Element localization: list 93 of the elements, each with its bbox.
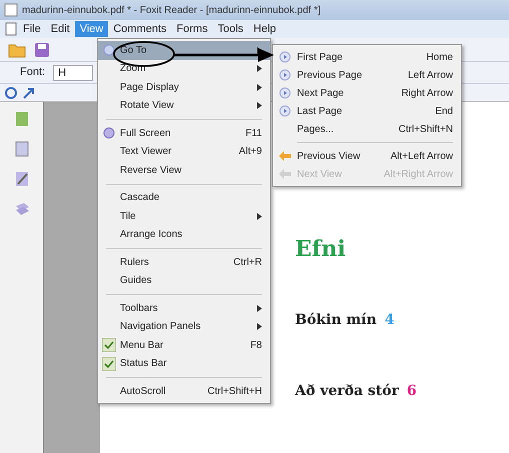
full-screen-icon (103, 127, 115, 140)
menu-label: Tile (120, 210, 136, 224)
menu-item[interactable]: Comments (108, 21, 172, 37)
page-nav-icon (279, 87, 291, 99)
shortcut-text: Ctrl+Shift+H (208, 384, 262, 399)
toc-entry: Að verða stór (295, 382, 399, 401)
menu-option[interactable]: Previous View Alt+Left Arrow (273, 147, 461, 165)
menu-option[interactable]: Arrange Icons (98, 226, 270, 244)
page-nav-icon (279, 51, 291, 63)
menu-option[interactable]: Status Bar (98, 354, 270, 373)
shortcut-text: F8 (250, 338, 262, 353)
font-label: Font: (20, 65, 46, 80)
menu-option[interactable]: Next Page Right Arrow (273, 84, 461, 102)
menu-option[interactable]: First Page Home (273, 48, 461, 66)
shortcut-text: F11 (246, 126, 262, 141)
menu-label: Previous Page (297, 68, 364, 82)
menu-label: Toolbars (120, 302, 158, 316)
save-icon[interactable] (34, 42, 50, 58)
menu-label: Cascade (120, 191, 160, 206)
menu-label: AutoScroll (120, 384, 166, 399)
menu-label: Page Display (120, 80, 179, 95)
menu-item[interactable]: File (18, 21, 46, 37)
menu-label: Rotate View (120, 99, 174, 114)
page-nav-icon (279, 69, 291, 81)
menu-option[interactable]: Last Page End (273, 102, 461, 120)
menu-label: First Page (297, 50, 344, 64)
document-icon (4, 22, 18, 36)
menu-option[interactable]: Text Viewer Alt+9 (98, 142, 270, 161)
menu-label: Reverse View (120, 164, 182, 178)
menu-option[interactable]: Page Display (98, 78, 270, 96)
page-number: 4 (384, 311, 394, 330)
submenu-arrow-icon (257, 212, 262, 220)
toc-entry: Bókin mín (295, 311, 377, 330)
menu-label: Next View (297, 168, 343, 182)
menu-option[interactable]: Tile (98, 207, 270, 226)
page-number: 6 (406, 382, 417, 401)
check-icon (102, 356, 116, 371)
menu-option[interactable]: Pages... Ctrl+Shift+N (273, 120, 461, 138)
menu-option[interactable]: Menu Bar F8 (98, 336, 270, 354)
menu-option[interactable]: Reverse View (98, 161, 270, 180)
folder-icon[interactable] (8, 42, 26, 58)
menu-label: Menu Bar (120, 338, 164, 353)
menu-option[interactable]: AutoScroll Ctrl+Shift+H (98, 382, 270, 400)
back-arrow-icon (278, 150, 292, 162)
menu-label: Previous View (297, 150, 362, 164)
menu-option[interactable]: Cascade (98, 188, 270, 207)
shortcut-text: Alt+Right Arrow (384, 168, 453, 182)
shortcut-text: Alt+9 (238, 145, 262, 160)
menu-label: Full Screen (120, 126, 171, 141)
menu-label: Pages... (297, 122, 335, 136)
shortcut-text: Ctrl+R (233, 256, 262, 270)
menu-item[interactable]: Forms (172, 21, 213, 37)
menu-option[interactable]: Full Screen F11 (98, 124, 270, 142)
menu-label: Next Page (297, 86, 345, 100)
menu-option[interactable]: Navigation Panels (98, 318, 270, 336)
menu-option[interactable]: Previous Page Left Arrow (273, 66, 461, 84)
menu-label: Text Viewer (120, 145, 172, 160)
shortcut-text: End (435, 104, 453, 118)
shortcut-text: Left Arrow (408, 68, 453, 82)
font-field[interactable]: H (53, 64, 94, 80)
submenu-arrow-icon (257, 323, 262, 330)
pencil-icon[interactable] (14, 170, 30, 188)
menu-option[interactable]: Rotate View (98, 96, 270, 115)
menu-option[interactable]: Guides (98, 272, 270, 290)
app-icon (4, 3, 18, 17)
menu-option[interactable]: Rulers Ctrl+R (98, 253, 270, 272)
submenu-arrow-icon (257, 304, 262, 312)
menu-option[interactable]: Toolbars (98, 299, 270, 318)
shortcut-text: Ctrl+Shift+N (398, 122, 453, 136)
ellipse-tool-icon[interactable] (4, 86, 18, 100)
shortcut-text: Alt+Left Arrow (390, 150, 453, 164)
menu-item[interactable]: Help (248, 21, 282, 37)
menu-label: Status Bar (120, 357, 167, 372)
menu-item[interactable]: Edit (46, 21, 75, 37)
page-nav-icon (279, 105, 291, 117)
document-heading: Efni (295, 238, 347, 260)
menu-label: Last Page (297, 104, 344, 118)
menu-label: Rulers (120, 256, 149, 270)
menu-label: Go To (120, 44, 146, 58)
check-icon (102, 338, 116, 352)
menu-label: Navigation Panels (120, 320, 201, 334)
arrow-tool-icon[interactable] (22, 86, 36, 100)
menu-item[interactable]: Tools (212, 21, 248, 37)
shortcut-text: Right Arrow (401, 86, 453, 100)
submenu-arrow-icon (257, 65, 262, 72)
window-title: madurinn-einnubok.pdf * - Foxit Reader - [madurinn-einnubok.pdf *] (22, 4, 320, 18)
back-arrow-icon (278, 168, 292, 180)
submenu-arrow-icon (257, 102, 262, 110)
submenu-arrow-icon (257, 84, 262, 91)
layers-icon[interactable] (14, 200, 30, 218)
menu-label: Arrange Icons (120, 228, 182, 242)
menu-label: Guides (120, 274, 152, 288)
shortcut-text: Home (426, 50, 453, 64)
